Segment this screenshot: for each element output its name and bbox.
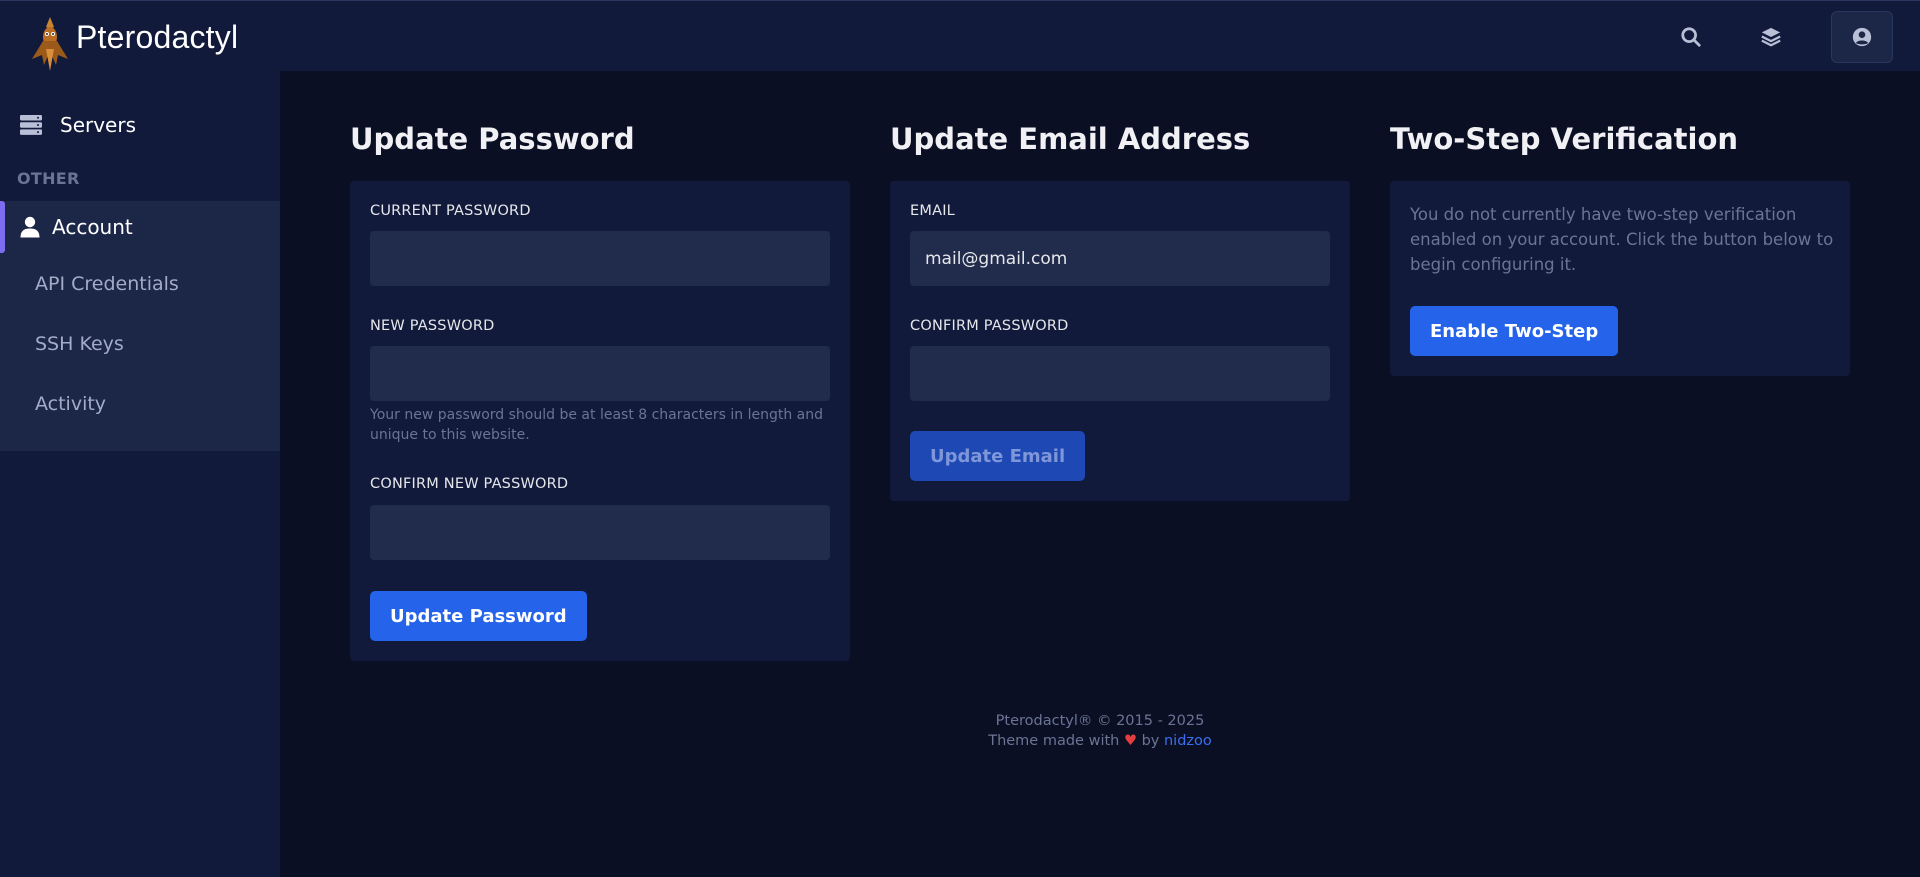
new-password-label: NEW PASSWORD: [370, 318, 495, 334]
search-icon: [1681, 27, 1701, 47]
confirm-password-input[interactable]: [910, 346, 1330, 401]
footer-author-link[interactable]: nidzoo: [1164, 733, 1212, 749]
confirm-new-password-label: CONFIRM NEW PASSWORD: [370, 476, 569, 492]
current-password-label: CURRENT PASSWORD: [370, 203, 531, 219]
heart-icon: ♥: [1123, 733, 1137, 749]
account-button[interactable]: [1831, 11, 1893, 63]
sidebar-item-ssh-keys[interactable]: SSH Keys: [35, 333, 124, 355]
confirm-new-password-input[interactable]: [370, 505, 830, 560]
footer-copyright: Pterodactyl® © 2015 - 2025: [995, 713, 1205, 729]
current-password-input[interactable]: [370, 231, 830, 286]
update-password-card: CURRENT PASSWORD NEW PASSWORD Your new p…: [350, 181, 850, 661]
footer: Pterodactyl® © 2015 - 2025 Theme made wi…: [280, 711, 1920, 751]
two-step-title: Two-Step Verification: [1390, 122, 1739, 156]
update-email-title: Update Email Address: [890, 122, 1251, 156]
app-name: Pterodactyl: [76, 18, 239, 55]
sidebar: Servers OTHER Account API Credentials SS…: [0, 71, 280, 877]
account-nav-group: Account API Credentials SSH Keys Activit…: [0, 201, 280, 451]
update-password-button[interactable]: Update Password: [370, 591, 587, 641]
sidebar-item-label: Account: [52, 215, 133, 239]
search-button[interactable]: [1666, 17, 1716, 57]
user-icon: [20, 216, 40, 238]
top-navbar: Pterodactyl: [0, 0, 1920, 71]
email-label: EMAIL: [910, 203, 955, 219]
sidebar-item-api-credentials[interactable]: API Credentials: [35, 273, 179, 295]
update-email-button[interactable]: Update Email: [910, 431, 1086, 481]
new-password-hint: Your new password should be at least 8 c…: [370, 407, 824, 443]
two-step-description: You do not currently have two-step verif…: [1410, 205, 1834, 274]
user-circle-icon: [1852, 27, 1872, 47]
new-password-input[interactable]: [370, 346, 830, 401]
sidebar-item-servers[interactable]: Servers: [0, 108, 280, 142]
two-step-card: You do not currently have two-step verif…: [1390, 181, 1850, 376]
layers-icon: [1761, 27, 1781, 47]
sidebar-heading-other: OTHER: [17, 169, 80, 188]
sidebar-item-account[interactable]: Account: [0, 201, 280, 253]
footer-theme-by: by: [1141, 733, 1160, 749]
enable-two-step-button[interactable]: Enable Two-Step: [1410, 306, 1619, 356]
sidebar-item-activity[interactable]: Activity: [35, 393, 106, 415]
confirm-password-label: CONFIRM PASSWORD: [910, 318, 1069, 334]
update-password-title: Update Password: [350, 122, 635, 156]
server-icon: [20, 115, 42, 135]
footer-theme-credit: Theme made with ♥ by nidzoo: [280, 731, 1920, 751]
brand[interactable]: Pterodactyl: [28, 15, 238, 73]
email-input[interactable]: [910, 231, 1330, 286]
footer-theme-prefix: Theme made with: [988, 733, 1120, 749]
update-email-card: EMAIL CONFIRM PASSWORD Update Email: [890, 181, 1350, 501]
admin-layers-button[interactable]: [1746, 17, 1796, 57]
pterodactyl-logo-icon: [32, 17, 68, 71]
sidebar-item-label: Servers: [60, 113, 137, 137]
